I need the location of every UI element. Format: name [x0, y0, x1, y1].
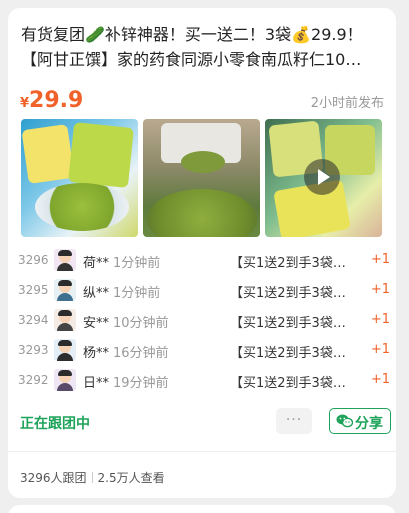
price-currency: ¥ — [20, 96, 30, 111]
avatar[interactable] — [54, 309, 76, 331]
avatar[interactable] — [54, 369, 76, 391]
record-time: 1分钟前 — [113, 286, 161, 301]
record-item: 【买1送2到手3袋… — [230, 346, 346, 361]
record-quantity: +1 — [370, 312, 390, 327]
hand-holding-seeds-photo[interactable] — [143, 119, 260, 237]
avatar[interactable] — [54, 339, 76, 361]
price: ¥29.9 — [20, 88, 83, 113]
share-button[interactable]: 分享 — [329, 408, 391, 434]
share-label: 分享 — [355, 416, 383, 432]
record-number: 3296 — [18, 253, 49, 267]
record-item: 【买1送2到手3袋… — [230, 316, 346, 331]
record-number: 3293 — [18, 343, 49, 357]
record-item: 【买1送2到手3袋… — [230, 286, 346, 301]
more-button[interactable]: ··· — [276, 408, 312, 434]
record-quantity: +1 — [370, 372, 390, 387]
group-stats: 3296人跟团 2.5万人查看 — [20, 469, 165, 486]
record-quantity: +1 — [370, 282, 390, 297]
joined-count: 3296人跟团 — [20, 471, 87, 485]
avatar[interactable] — [54, 249, 76, 271]
record-number: 3294 — [18, 313, 49, 327]
avatar[interactable] — [54, 279, 76, 301]
record-user: 日** — [83, 376, 110, 391]
product-bag-and-seeds-photo[interactable] — [21, 119, 138, 237]
record-user: 荷** — [83, 256, 110, 271]
next-card-edge — [8, 505, 396, 513]
view-count: 2.5万人查看 — [97, 471, 165, 485]
group-buy-card[interactable]: 有货复团🥒补锌神器！买一送二！3袋💰29.9！ 【阿甘正馔】家的药食同源小零食南… — [8, 8, 396, 498]
record-user: 安** — [83, 316, 110, 331]
image-gallery — [21, 119, 382, 237]
publish-time: 2小时前发布 — [310, 96, 384, 111]
record-time: 16分钟前 — [113, 346, 169, 361]
join-record-row: 3295 纵** 1分钟前 【买1送2到手3袋… +1 — [18, 276, 392, 304]
join-record-row: 3294 安** 10分钟前 【买1送2到手3袋… +1 — [18, 306, 392, 334]
join-record-row: 3293 杨** 16分钟前 【买1送2到手3袋… +1 — [18, 336, 392, 364]
price-row: ¥29.9 2小时前发布 — [20, 88, 392, 114]
record-user: 纵** — [83, 286, 110, 301]
video-thumbnail-photo[interactable] — [265, 119, 382, 237]
following-status[interactable]: 正在跟团中 — [20, 413, 90, 433]
stats-separator — [91, 472, 93, 483]
divider — [8, 451, 396, 452]
record-item: 【买1送2到手3袋… — [230, 256, 346, 271]
record-quantity: +1 — [370, 342, 390, 357]
record-time: 19分钟前 — [113, 376, 169, 391]
play-icon[interactable] — [304, 159, 340, 195]
price-value: 29.9 — [29, 88, 84, 113]
record-user: 杨** — [83, 346, 110, 361]
post-title[interactable]: 有货复团🥒补锌神器！买一送二！3袋💰29.9！ 【阿甘正馔】家的药食同源小零食南… — [21, 22, 389, 72]
record-item: 【买1送2到手3袋… — [230, 376, 346, 391]
record-time: 1分钟前 — [113, 256, 161, 271]
title-line-2: 【阿甘正馔】家的药食同源小零食南瓜籽仁10… — [21, 50, 362, 69]
title-line-1: 有货复团🥒补锌神器！买一送二！3袋💰29.9！ — [21, 25, 363, 44]
record-time: 10分钟前 — [113, 316, 169, 331]
wechat-icon — [336, 414, 353, 428]
record-number: 3295 — [18, 283, 49, 297]
join-record-row: 3292 日** 19分钟前 【买1送2到手3袋… +1 — [18, 366, 392, 394]
card-actions: 正在跟团中 ··· 分享 — [20, 408, 392, 436]
record-quantity: +1 — [370, 252, 390, 267]
record-number: 3292 — [18, 373, 49, 387]
join-record-row: 3296 荷** 1分钟前 【买1送2到手3袋… +1 — [18, 246, 392, 274]
